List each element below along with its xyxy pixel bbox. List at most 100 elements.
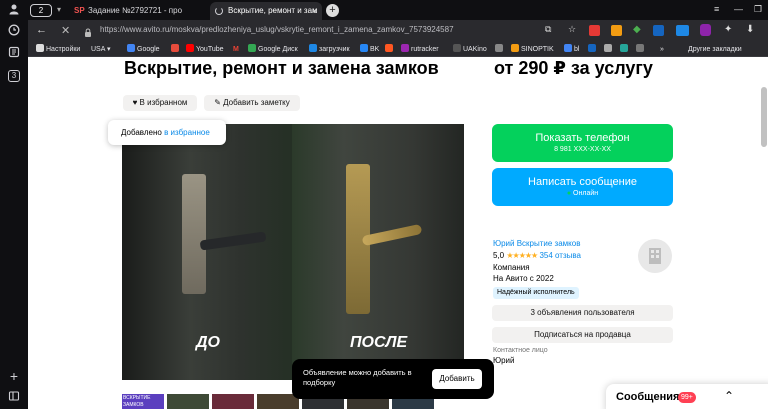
new-tab-icon[interactable]: + xyxy=(326,4,339,17)
extension-icon[interactable]: ◆ xyxy=(633,24,641,35)
address-bar-url[interactable]: https://www.avito.ru/moskva/predlozheniy… xyxy=(100,25,540,34)
download-icon[interactable]: ⬇ xyxy=(746,24,754,35)
youtube-icon xyxy=(186,44,194,52)
side-panel-number[interactable]: 3 xyxy=(8,70,20,82)
thumbnail[interactable] xyxy=(212,394,254,409)
bookmark-icon-only[interactable] xyxy=(620,42,630,57)
subscribe-seller-button[interactable]: Подписаться на продавца xyxy=(492,327,673,343)
bookmark-vk[interactable]: BK xyxy=(360,42,379,57)
photo-label-before: ДО xyxy=(196,334,220,351)
toast-link[interactable]: в избранное xyxy=(164,128,210,137)
bookmark-google[interactable]: Google xyxy=(127,42,160,57)
bookmark-label: Google xyxy=(137,46,160,53)
favorite-toast: Добавлено в избранное xyxy=(108,120,226,145)
bookmark-icon-only[interactable] xyxy=(171,42,181,57)
bookmark-p[interactable] xyxy=(588,42,598,57)
bookmark-icon-only[interactable] xyxy=(636,42,646,57)
bookmark-sinoptik[interactable]: SINOPTIK xyxy=(511,42,554,57)
tab-avito-listing[interactable]: Вскрытие, ремонт и зам × xyxy=(210,2,322,20)
bookmark-label: загрузчик xyxy=(319,46,350,53)
bookmark-favicon-icon xyxy=(495,44,503,52)
seller-reviews-link[interactable]: 354 отзыва xyxy=(539,251,581,260)
bookmark-favicon-icon xyxy=(588,44,596,52)
chevron-down-icon[interactable]: ▾ xyxy=(57,5,65,15)
other-bookmarks[interactable]: Другие закладки xyxy=(688,42,742,57)
copy-link-icon[interactable]: ⧉ xyxy=(545,24,551,35)
thumbnail[interactable] xyxy=(257,394,299,409)
extension-icon[interactable] xyxy=(589,25,600,36)
toast-text: Добавлено xyxy=(121,128,165,137)
extension-icon[interactable] xyxy=(611,25,622,36)
bookmark-favicon-icon xyxy=(385,44,393,52)
tab-counter[interactable]: 2 xyxy=(30,4,52,17)
lock-icon[interactable] xyxy=(84,25,92,37)
bookmark-icon-only[interactable] xyxy=(495,42,505,57)
seller-type: Компания xyxy=(493,263,530,272)
sidebar-toggle-icon[interactable] xyxy=(6,390,22,406)
bookmarks-panel-icon[interactable] xyxy=(6,46,22,62)
bookmark-youtube[interactable]: YouTube xyxy=(186,42,224,57)
add-to-bundle-button[interactable]: Добавить xyxy=(432,369,482,389)
extension-icon[interactable] xyxy=(653,25,664,36)
drive-icon xyxy=(248,44,256,52)
page-scrollbar-thumb[interactable] xyxy=(761,87,767,147)
avito-listing-page: Вскрытие, ремонт и замена замков от 290 … xyxy=(28,57,768,409)
photo-label-after: ПОСЛЕ xyxy=(350,334,408,351)
listing-photo[interactable]: ДО ПОСЛЕ xyxy=(122,124,464,380)
restore-icon[interactable]: ❐ xyxy=(754,4,762,15)
bookmark-usa[interactable]: USA ▾ xyxy=(91,42,110,57)
bookmark-icon-only[interactable] xyxy=(604,42,614,57)
tab-counter-value: 2 xyxy=(38,6,44,15)
listing-title: Вскрытие, ремонт и замена замков xyxy=(124,58,439,78)
add-panel-icon[interactable]: + xyxy=(6,368,22,384)
extension-icon[interactable] xyxy=(676,25,689,36)
bookmark-icon-only[interactable] xyxy=(385,42,395,57)
star-rating-icon: ★★★★★ xyxy=(506,251,538,260)
menu-icon[interactable]: ≡ xyxy=(714,4,719,14)
tab-task[interactable]: SP Задание №2792721 - про xyxy=(70,2,208,20)
gmail-icon: M xyxy=(233,46,239,53)
user-ads-button[interactable]: 3 объявления пользователя xyxy=(492,305,673,321)
bookmark-rutracker[interactable]: rutracker xyxy=(401,42,439,57)
chevron-up-icon[interactable]: ⌃ xyxy=(724,389,734,403)
contact-person-label: Контактное лицо xyxy=(493,347,548,354)
sinoptik-icon xyxy=(511,44,519,52)
close-tab-icon[interactable]: × xyxy=(312,2,317,20)
back-icon[interactable]: ← xyxy=(36,24,47,36)
show-phone-button[interactable]: Показать телефон 8 981 XXX-XX-XX xyxy=(492,124,673,162)
bookmark-uakino[interactable]: UAKino xyxy=(453,42,487,57)
stop-loading-icon[interactable]: ✕ xyxy=(61,24,70,37)
bookmark-google-drive[interactable]: Google Диск xyxy=(248,42,298,57)
seller-rating-row: 5,0 ★★★★★ 354 отзыва xyxy=(493,251,581,260)
add-note-button[interactable]: ✎ Добавить заметку xyxy=(204,95,300,111)
messages-widget[interactable]: Сообщения 99+ ⌃ xyxy=(606,384,768,409)
more-bookmarks-icon[interactable]: » xyxy=(660,42,664,57)
history-icon[interactable] xyxy=(6,24,22,40)
seller-avatar[interactable] xyxy=(638,239,672,273)
bookmark-downloader[interactable]: загрузчик xyxy=(309,42,350,57)
tab-title: Вскрытие, ремонт и зам xyxy=(228,6,318,15)
bookmark-bl[interactable]: bl xyxy=(564,42,579,57)
extensions-puzzle-icon[interactable]: ✦ xyxy=(724,24,732,35)
extension-icon[interactable] xyxy=(700,24,711,36)
bookmark-star-icon[interactable]: ☆ xyxy=(568,24,576,35)
write-message-button[interactable]: Написать сообщение ● Онлайн xyxy=(492,168,673,206)
loading-spinner-icon xyxy=(215,7,223,15)
bookmark-label: Другие закладки xyxy=(688,46,742,53)
online-dot-icon: ● xyxy=(566,190,572,197)
thumbnail[interactable]: ВСКРЫТИЕ ЗАМКОВ xyxy=(122,394,164,409)
bookmark-gmail[interactable]: M xyxy=(233,42,239,57)
tab-favicon: SP xyxy=(74,6,85,15)
seller-name-link[interactable]: Юрий Вскрытие замков xyxy=(493,239,580,248)
bookmark-label: bl xyxy=(574,46,580,53)
bookmarks-bar: Настройки USA ▾ Google YouTube M Google … xyxy=(28,42,768,57)
thumbnail[interactable] xyxy=(167,394,209,409)
gear-icon xyxy=(36,44,44,52)
minimize-icon[interactable]: — xyxy=(734,4,743,14)
bundle-prompt: Объявление можно добавить в подборку xyxy=(303,368,412,387)
profile-icon[interactable] xyxy=(6,3,22,19)
bookmark-settings[interactable]: Настройки xyxy=(36,42,80,57)
seller-rating: 5,0 xyxy=(493,251,505,260)
favorite-button[interactable]: ♥ В избранном xyxy=(123,95,197,111)
bookmark-favicon-icon xyxy=(620,44,628,52)
